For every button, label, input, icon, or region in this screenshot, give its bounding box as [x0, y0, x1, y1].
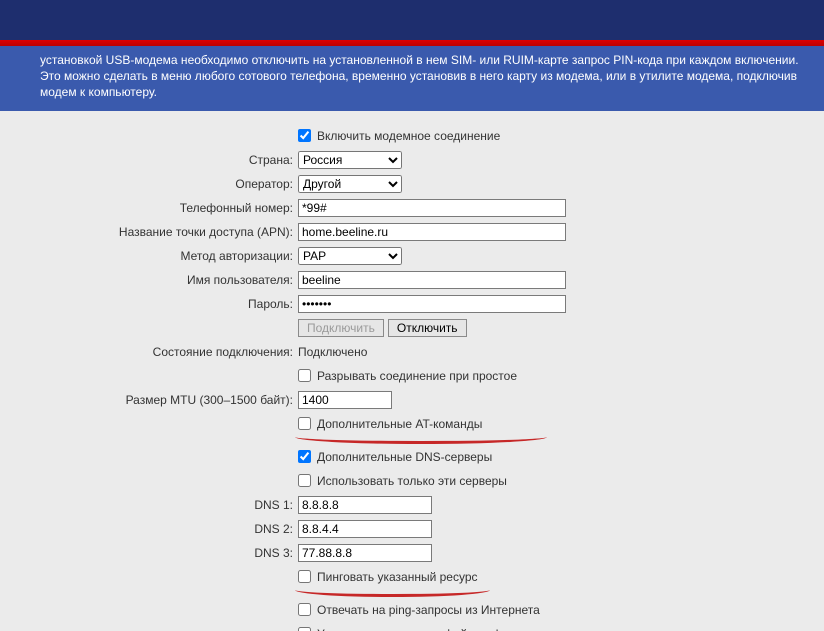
dns1-input[interactable]: [298, 496, 432, 514]
usb-port-label: Установить порт интерфейса usb-модема: [317, 627, 550, 631]
operator-select[interactable]: Другой: [298, 175, 402, 193]
enable-modem-checkbox[interactable]: Включить модемное соединение: [298, 129, 500, 143]
extra-dns-label: Дополнительные DNS-серверы: [317, 450, 492, 464]
highlight-underline-1: [295, 437, 547, 444]
ping-reply-checkbox[interactable]: Отвечать на ping-запросы из Интернета: [298, 603, 540, 617]
dns3-label: DNS 3:: [10, 546, 298, 560]
phone-label: Телефонный номер:: [10, 201, 298, 215]
highlight-underline-2: [295, 590, 490, 597]
dns2-label: DNS 2:: [10, 522, 298, 536]
idle-disconnect-input[interactable]: [298, 369, 311, 382]
dns-only-label: Использовать только эти серверы: [317, 474, 507, 488]
ping-resource-checkbox[interactable]: Пинговать указанный ресурс: [298, 570, 478, 584]
settings-form: Включить модемное соединение Страна: Рос…: [0, 111, 824, 631]
usb-port-input[interactable]: [298, 627, 311, 631]
dns1-label: DNS 1:: [10, 498, 298, 512]
ping-resource-input[interactable]: [298, 570, 311, 583]
info-text: установкой USB-модема необходимо отключи…: [0, 46, 824, 111]
enable-modem-label: Включить модемное соединение: [317, 129, 500, 143]
extra-dns-input[interactable]: [298, 450, 311, 463]
country-label: Страна:: [10, 153, 298, 167]
dns2-input[interactable]: [298, 520, 432, 538]
ping-reply-label: Отвечать на ping-запросы из Интернета: [317, 603, 540, 617]
apn-input[interactable]: [298, 223, 566, 241]
ping-resource-label: Пинговать указанный ресурс: [317, 570, 478, 584]
idle-disconnect-label: Разрывать соединение при простое: [317, 369, 517, 383]
dns-only-checkbox[interactable]: Использовать только эти серверы: [298, 474, 507, 488]
pass-input[interactable]: [298, 295, 566, 313]
apn-label: Название точки доступа (APN):: [10, 225, 298, 239]
connect-button: Подключить: [298, 319, 384, 337]
at-commands-input[interactable]: [298, 417, 311, 430]
auth-select[interactable]: PAP: [298, 247, 402, 265]
usb-port-checkbox[interactable]: Установить порт интерфейса usb-модема: [298, 627, 550, 631]
user-label: Имя пользователя:: [10, 273, 298, 287]
mtu-input[interactable]: [298, 391, 392, 409]
disconnect-button[interactable]: Отключить: [388, 319, 467, 337]
state-value: Подключено: [298, 345, 367, 359]
country-select[interactable]: Россия: [298, 151, 402, 169]
pass-label: Пароль:: [10, 297, 298, 311]
dns-only-input[interactable]: [298, 474, 311, 487]
at-commands-label: Дополнительные AT-команды: [317, 417, 482, 431]
dns3-input[interactable]: [298, 544, 432, 562]
phone-input[interactable]: [298, 199, 566, 217]
header-bar: [0, 0, 824, 40]
ping-reply-input[interactable]: [298, 603, 311, 616]
operator-label: Оператор:: [10, 177, 298, 191]
mtu-label: Размер MTU (300–1500 байт):: [10, 393, 298, 407]
state-label: Состояние подключения:: [10, 345, 298, 359]
idle-disconnect-checkbox[interactable]: Разрывать соединение при простое: [298, 369, 517, 383]
at-commands-checkbox[interactable]: Дополнительные AT-команды: [298, 417, 482, 431]
user-input[interactable]: [298, 271, 566, 289]
enable-modem-input[interactable]: [298, 129, 311, 142]
extra-dns-checkbox[interactable]: Дополнительные DNS-серверы: [298, 450, 492, 464]
auth-label: Метод авторизации:: [10, 249, 298, 263]
